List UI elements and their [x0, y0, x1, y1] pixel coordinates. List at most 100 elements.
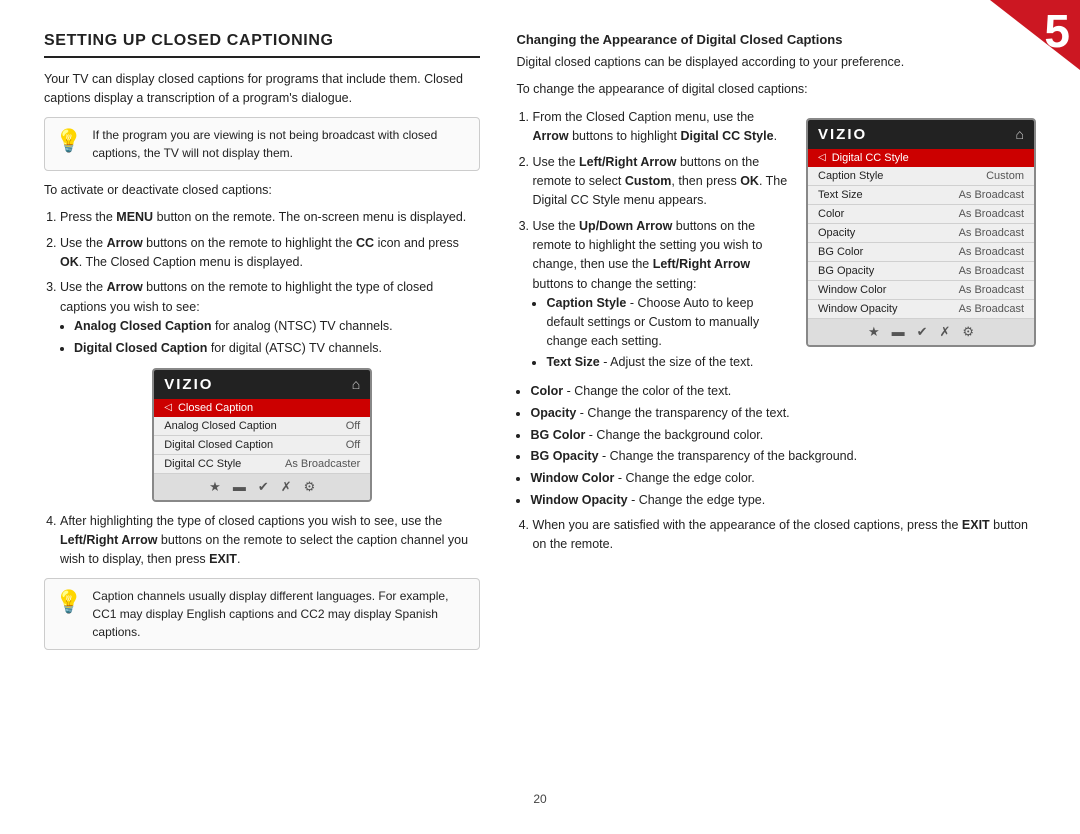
- intro-paragraph: Your TV can display closed captions for …: [44, 70, 480, 109]
- menu-title-right: Digital CC Style: [832, 152, 909, 164]
- lightbulb-icon: 💡: [55, 128, 82, 154]
- right-bullets-continued: Color - Change the color of the text. Op…: [530, 382, 1036, 510]
- back-arrow-left: ◁: [164, 402, 172, 413]
- footer-icon-r-rect: ▬: [892, 324, 905, 340]
- section-heading: SETTING UP CLOSED CAPTIONING: [44, 32, 480, 58]
- vizio-logo-left: VIZIO: [164, 376, 213, 393]
- tv-header-right: VIZIO ⌂: [808, 120, 1034, 149]
- two-column-layout: SETTING UP CLOSED CAPTIONING Your TV can…: [44, 32, 1036, 782]
- row-val-cc-style: As Broadcaster: [285, 458, 360, 470]
- right-steps-left: From the Closed Caption menu, use the Ar…: [516, 108, 790, 378]
- tv-row-analog: Analog Closed Caption Off: [154, 417, 370, 436]
- row-val-r6: As Broadcast: [959, 265, 1024, 277]
- footer-icon-gear: ⚙: [304, 479, 316, 495]
- tv-footer-right: ★ ▬ ✔ ✗ ⚙: [808, 319, 1034, 345]
- page-number: 20: [44, 792, 1036, 806]
- step-3: Use the Arrow buttons on the remote to h…: [60, 278, 480, 357]
- tv-body-right: ◁ Digital CC Style Caption Style Custom …: [808, 149, 1034, 319]
- activate-text: To activate or deactivate closed caption…: [44, 181, 480, 200]
- row-label-r1: Caption Style: [818, 170, 883, 182]
- row-val-r2: As Broadcast: [959, 189, 1024, 201]
- row-label-r4: Opacity: [818, 227, 855, 239]
- tv-row-r4: Opacity As Broadcast: [808, 224, 1034, 243]
- right-step-4-list: When you are satisfied with the appearan…: [532, 516, 1036, 555]
- tip-box-2: 💡 Caption channels usually display diffe…: [44, 578, 480, 650]
- right-step-4: When you are satisfied with the appearan…: [532, 516, 1036, 555]
- bullet-digital: Digital Closed Caption for digital (ATSC…: [74, 339, 480, 358]
- vizio-logo-right: VIZIO: [818, 126, 867, 143]
- bullet-color: Color - Change the color of the text.: [530, 382, 1036, 401]
- step-1: Press the MENU button on the remote. The…: [60, 208, 480, 227]
- footer-icon-r-gear: ⚙: [962, 324, 974, 340]
- bullet-window-color: Window Color - Change the edge color.: [530, 469, 1036, 488]
- row-label-r6: BG Opacity: [818, 265, 874, 277]
- back-arrow-right: ◁: [818, 152, 826, 163]
- tv-row-r2: Text Size As Broadcast: [808, 186, 1034, 205]
- bullet-caption-style: Caption Style - Choose Auto to keep defa…: [546, 294, 790, 350]
- row-label-r5: BG Color: [818, 246, 863, 258]
- bullet-analog: Analog Closed Caption for analog (NTSC) …: [74, 317, 480, 336]
- tv-screen-right: VIZIO ⌂ ◁ Digital CC Style Caption Style…: [806, 118, 1036, 347]
- footer-icon-r-x: ✗: [940, 324, 951, 340]
- tv-screen-left: VIZIO ⌂ ◁ Closed Caption Analog Closed C…: [152, 368, 372, 502]
- tv-row-r5: BG Color As Broadcast: [808, 243, 1034, 262]
- right-step-1: From the Closed Caption menu, use the Ar…: [532, 108, 790, 147]
- row-val-r3: As Broadcast: [959, 208, 1024, 220]
- right-steps-and-screen: From the Closed Caption menu, use the Ar…: [516, 108, 1036, 378]
- tip-box-1: 💡 If the program you are viewing is not …: [44, 117, 480, 171]
- row-label-r7: Window Color: [818, 284, 886, 296]
- tv-body-left: ◁ Closed Caption Analog Closed Caption O…: [154, 399, 370, 474]
- footer-icon-rect: ▬: [233, 479, 246, 495]
- row-label-digital: Digital Closed Caption: [164, 439, 273, 451]
- tip-1-text: If the program you are viewing is not be…: [92, 126, 469, 162]
- row-label-analog: Analog Closed Caption: [164, 420, 277, 432]
- footer-icon-r-star: ★: [868, 324, 880, 340]
- tv-row-digital: Digital Closed Caption Off: [154, 436, 370, 455]
- tv-header-left: VIZIO ⌂: [154, 370, 370, 399]
- right-step-3: Use the Up/Down Arrow buttons on the rem…: [532, 217, 790, 373]
- row-label-r3: Color: [818, 208, 844, 220]
- row-label-r8: Window Opacity: [818, 303, 897, 315]
- right-subsection-heading: Changing the Appearance of Digital Close…: [516, 32, 1036, 47]
- tv-row-r8: Window Opacity As Broadcast: [808, 300, 1034, 319]
- tv-row-r6: BG Opacity As Broadcast: [808, 262, 1034, 281]
- home-icon-left: ⌂: [352, 376, 360, 392]
- step-3-bullets: Analog Closed Caption for analog (NTSC) …: [74, 317, 480, 358]
- footer-icon-check: ✔: [258, 479, 269, 495]
- row-val-r7: As Broadcast: [959, 284, 1024, 296]
- row-val-analog: Off: [346, 420, 360, 432]
- row-val-digital: Off: [346, 439, 360, 451]
- row-val-r5: As Broadcast: [959, 246, 1024, 258]
- left-column: SETTING UP CLOSED CAPTIONING Your TV can…: [44, 32, 480, 782]
- home-icon-right: ⌂: [1016, 126, 1024, 142]
- page-content: SETTING UP CLOSED CAPTIONING Your TV can…: [0, 0, 1080, 834]
- page-chapter-number: 5: [1044, 8, 1070, 54]
- tv-menu-bar-left: ◁ Closed Caption: [154, 399, 370, 417]
- tv-row-r7: Window Color As Broadcast: [808, 281, 1034, 300]
- bullet-bg-opacity: BG Opacity - Change the transparency of …: [530, 447, 1036, 466]
- steps-list: Press the MENU button on the remote. The…: [60, 208, 480, 357]
- tv-row-r1: Caption Style Custom: [808, 167, 1034, 186]
- right-change-text: To change the appearance of digital clos…: [516, 80, 1036, 99]
- bullet-opacity: Opacity - Change the transparency of the…: [530, 404, 1036, 423]
- row-val-r1: Custom: [986, 170, 1024, 182]
- right-column: Changing the Appearance of Digital Close…: [516, 32, 1036, 782]
- tv-footer-left: ★ ▬ ✔ ✗ ⚙: [154, 474, 370, 500]
- footer-icon-star: ★: [209, 479, 221, 495]
- menu-title-left: Closed Caption: [178, 402, 253, 414]
- tv-row-r3: Color As Broadcast: [808, 205, 1034, 224]
- step-4: After highlighting the type of closed ca…: [60, 512, 480, 570]
- row-label-cc-style: Digital CC Style: [164, 458, 241, 470]
- steps-list-2: After highlighting the type of closed ca…: [60, 512, 480, 570]
- right-intro-text: Digital closed captions can be displayed…: [516, 53, 1036, 72]
- row-val-r4: As Broadcast: [959, 227, 1024, 239]
- lightbulb-icon-2: 💡: [55, 589, 82, 615]
- row-val-r8: As Broadcast: [959, 303, 1024, 315]
- right-step-2: Use the Left/Right Arrow buttons on the …: [532, 153, 790, 211]
- bullet-bg-color: BG Color - Change the background color.: [530, 426, 1036, 445]
- footer-icon-x: ✗: [281, 479, 292, 495]
- row-label-r2: Text Size: [818, 189, 863, 201]
- step-2: Use the Arrow buttons on the remote to h…: [60, 234, 480, 273]
- tip-2-text: Caption channels usually display differe…: [92, 587, 469, 641]
- bullet-window-opacity: Window Opacity - Change the edge type.: [530, 491, 1036, 510]
